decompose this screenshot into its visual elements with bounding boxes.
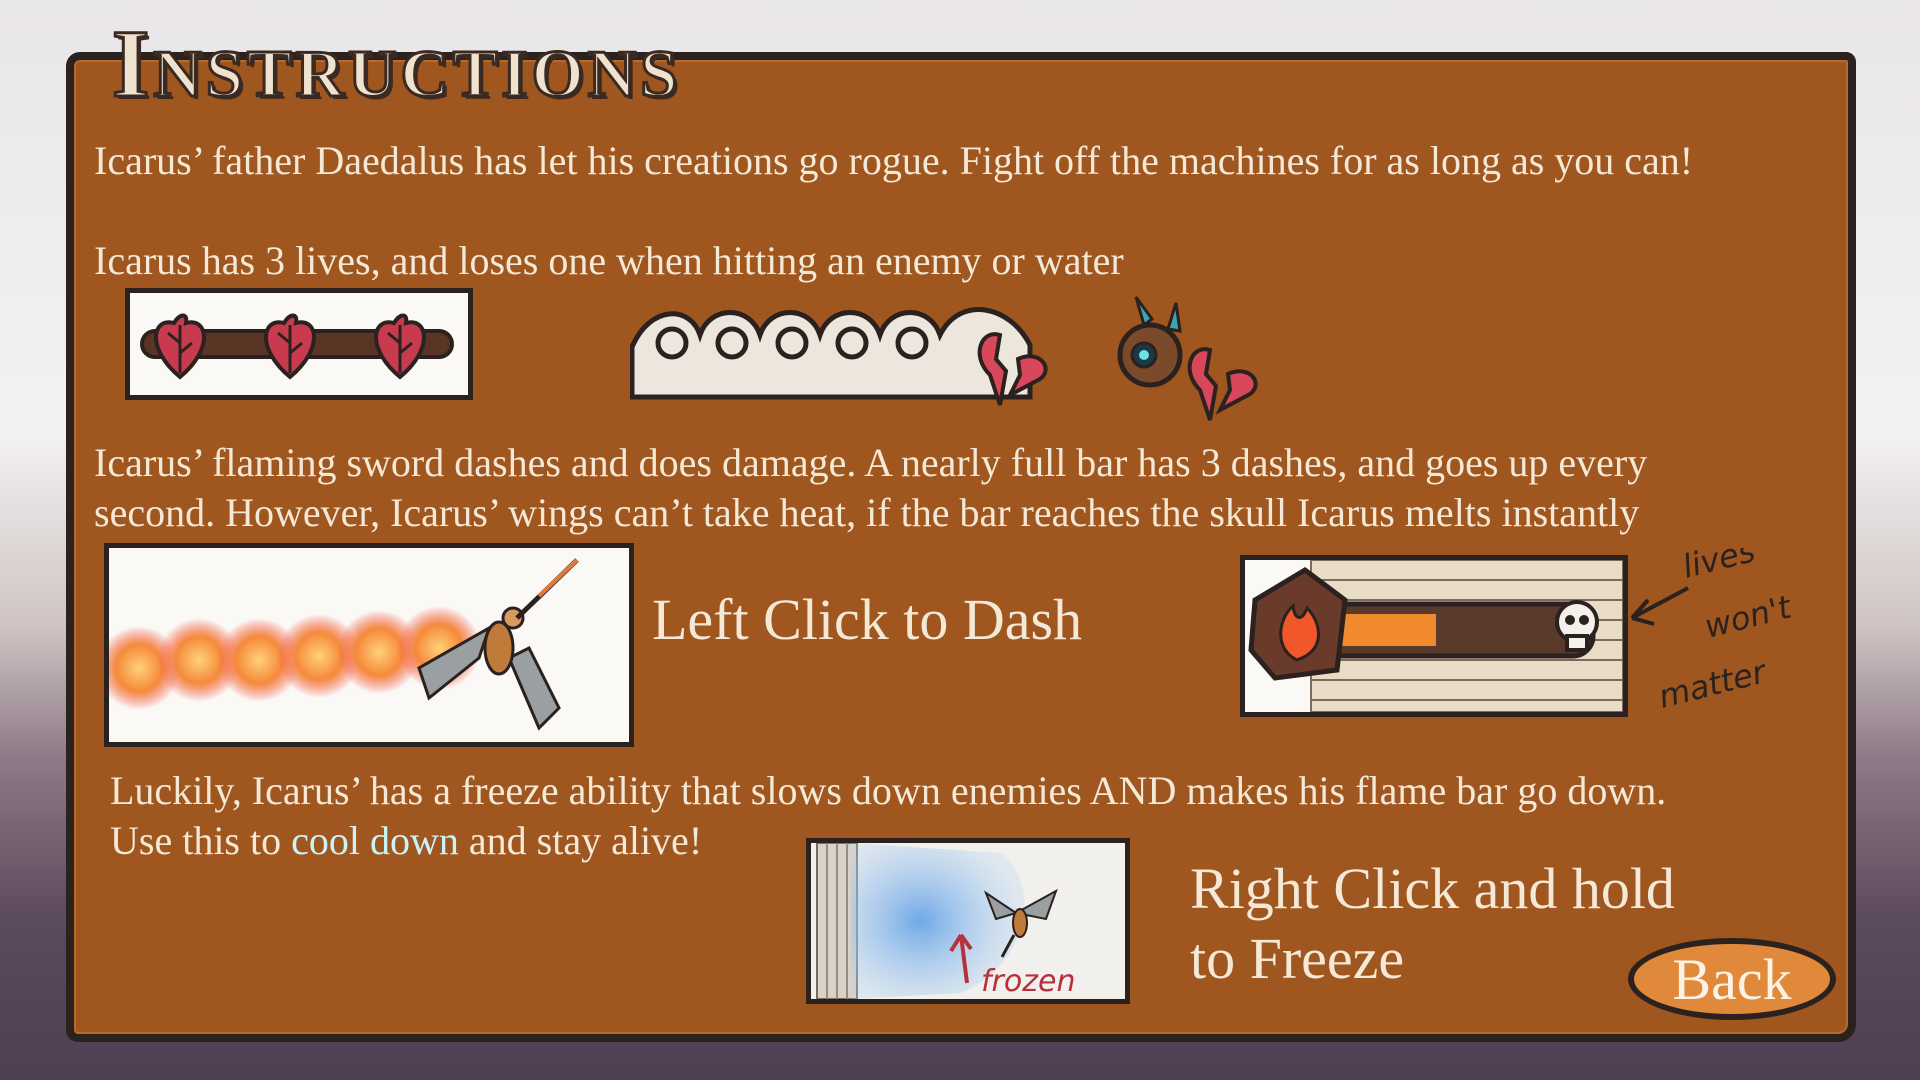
heart-icon [374,313,426,380]
dash-text-line-2: second. However, Icarus’ wings can’t tak… [94,490,1640,535]
back-button[interactable]: Back [1628,938,1836,1020]
dash-control-label: Left Click to Dash [652,587,1083,652]
cool-down-highlight: cool down [291,818,459,863]
arrow-icon [1630,586,1689,626]
broken-heart-icon [1187,347,1258,421]
page-title: Instructions [110,9,682,119]
intro-text: Icarus’ father Daedalus has let his crea… [94,138,1694,183]
lives-text: Icarus has 3 lives, and loses one when h… [94,238,1124,283]
lives-card [125,288,473,400]
lives-note-annotation: lives won't matter [1628,548,1838,728]
lives-note-line-1: lives [1679,548,1759,586]
dash-card [104,543,634,747]
frozen-note: frozen [981,964,1075,999]
heart-icon [264,313,316,380]
hazards-illustration [630,285,1290,435]
water-wave-icon [630,307,1033,400]
flame-bar-card [1240,555,1628,717]
freeze-text-line-2: Use this to cool down and stay alive! [110,818,703,863]
lives-note-line-3: matter [1655,652,1771,716]
enemy-machine-icon [1117,296,1183,388]
heart-icon [154,313,206,380]
freeze-control-label-line-2: to Freeze [1190,926,1405,991]
lives-note-line-2: won't [1701,587,1796,645]
freeze-card: frozen [806,838,1130,1004]
freeze-control-label-line-1: Right Click and hold [1190,856,1675,921]
dash-text-line-1: Icarus’ flaming sword dashes and does da… [94,440,1648,485]
freeze-text-line-1: Luckily, Icarus’ has a freeze ability th… [110,768,1667,813]
fire-trail-icon [109,606,481,710]
